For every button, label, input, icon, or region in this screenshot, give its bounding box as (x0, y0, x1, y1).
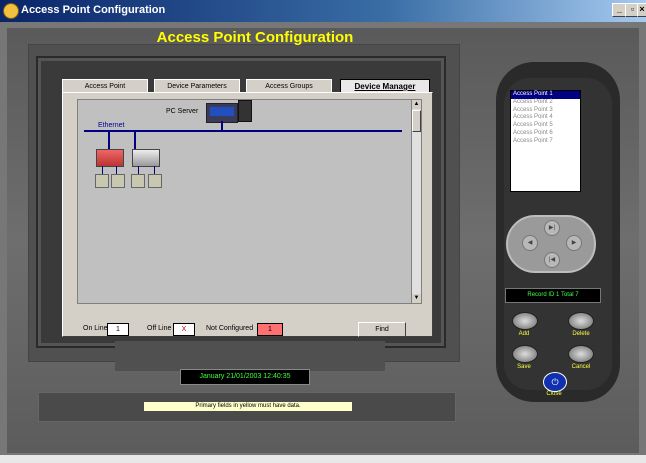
close-button[interactable]: ⏻ (543, 372, 567, 392)
scroll-thumb[interactable] (412, 110, 421, 132)
clock-panel (115, 341, 385, 371)
list-item[interactable]: Access Point 5 (511, 122, 580, 130)
diagram-scrollbar[interactable]: ▲ ▼ (411, 99, 422, 304)
tab-panel-device-manager: PC Server Ethernet ▲ ▼ On Line 1 Off Lin… (62, 92, 433, 337)
cancel-button[interactable] (568, 345, 594, 363)
save-label: Save (517, 364, 531, 370)
offline-label: Off Line (147, 325, 172, 332)
first-record-icon[interactable]: |◀ (544, 252, 560, 268)
access-point-list[interactable]: Access Point 1 Access Point 2 Access Poi… (510, 90, 581, 192)
reader-icon[interactable] (95, 174, 109, 188)
close-window-button[interactable]: × (637, 3, 646, 17)
online-label: On Line (83, 325, 108, 332)
reader-icon[interactable] (148, 174, 162, 188)
tab-container: Access Point Device Parameters Access Gr… (62, 79, 433, 337)
online-count: 1 (107, 323, 129, 336)
list-item[interactable]: Access Point 3 (511, 107, 580, 115)
previous-record-icon[interactable]: ◀ (522, 235, 538, 251)
power-icon: ⏻ (551, 377, 559, 387)
list-item[interactable]: Access Point 4 (511, 114, 580, 122)
network-diagram: PC Server Ethernet (77, 99, 413, 304)
monitor-icon (206, 103, 238, 123)
last-record-icon[interactable]: ▶| (544, 220, 560, 236)
help-message: Primary fields in yellow must have data. (144, 402, 352, 411)
window-title: Access Point Configuration (21, 4, 166, 16)
cancel-label: Cancel (571, 364, 591, 370)
delete-button[interactable] (568, 312, 594, 330)
page-title: Access Point Configuration (156, 29, 354, 46)
server-tower-icon (238, 100, 252, 122)
tab-device-manager[interactable]: Device Manager (340, 79, 430, 93)
window-titlebar: Access Point Configuration _ ▫ × (0, 0, 646, 22)
navigation-pad: ▶| ◀ ▶ |◀ (506, 215, 596, 273)
tab-access-point[interactable]: Access Point (62, 79, 148, 93)
close-label: Close (546, 391, 562, 397)
tab-access-groups[interactable]: Access Groups (246, 79, 332, 93)
tab-device-parameters[interactable]: Device Parameters (154, 79, 240, 93)
ethernet-bus (84, 130, 402, 132)
app-icon (3, 3, 19, 19)
find-button[interactable]: Find (358, 322, 406, 337)
offline-count: X (173, 323, 195, 336)
next-record-icon[interactable]: ▶ (566, 235, 582, 251)
add-label: Add (518, 331, 530, 337)
ethernet-label: Ethernet (98, 122, 125, 129)
not-configured-count: 1 (257, 323, 283, 336)
scroll-up-icon[interactable]: ▲ (412, 100, 421, 109)
datetime-display: January 21/01/2003 12:40:35 (180, 369, 310, 385)
list-item[interactable]: Access Point 1 (511, 91, 580, 99)
save-button[interactable] (512, 345, 538, 363)
pc-server-label: PC Server (166, 108, 199, 115)
controller-offline-icon[interactable] (96, 149, 124, 167)
list-item[interactable]: Access Point 6 (511, 130, 580, 138)
not-configured-label: Not Configured (206, 325, 254, 332)
record-indicator: Record ID 1 Total 7 (505, 288, 601, 303)
scroll-down-icon[interactable]: ▼ (412, 294, 421, 303)
controller-unconfigured-icon[interactable] (132, 149, 160, 167)
delete-label: Delete (572, 331, 590, 337)
reader-icon[interactable] (131, 174, 145, 188)
list-item[interactable]: Access Point 7 (511, 138, 580, 146)
add-button[interactable] (512, 312, 538, 330)
list-item[interactable]: Access Point 2 (511, 99, 580, 107)
reader-icon[interactable] (111, 174, 125, 188)
